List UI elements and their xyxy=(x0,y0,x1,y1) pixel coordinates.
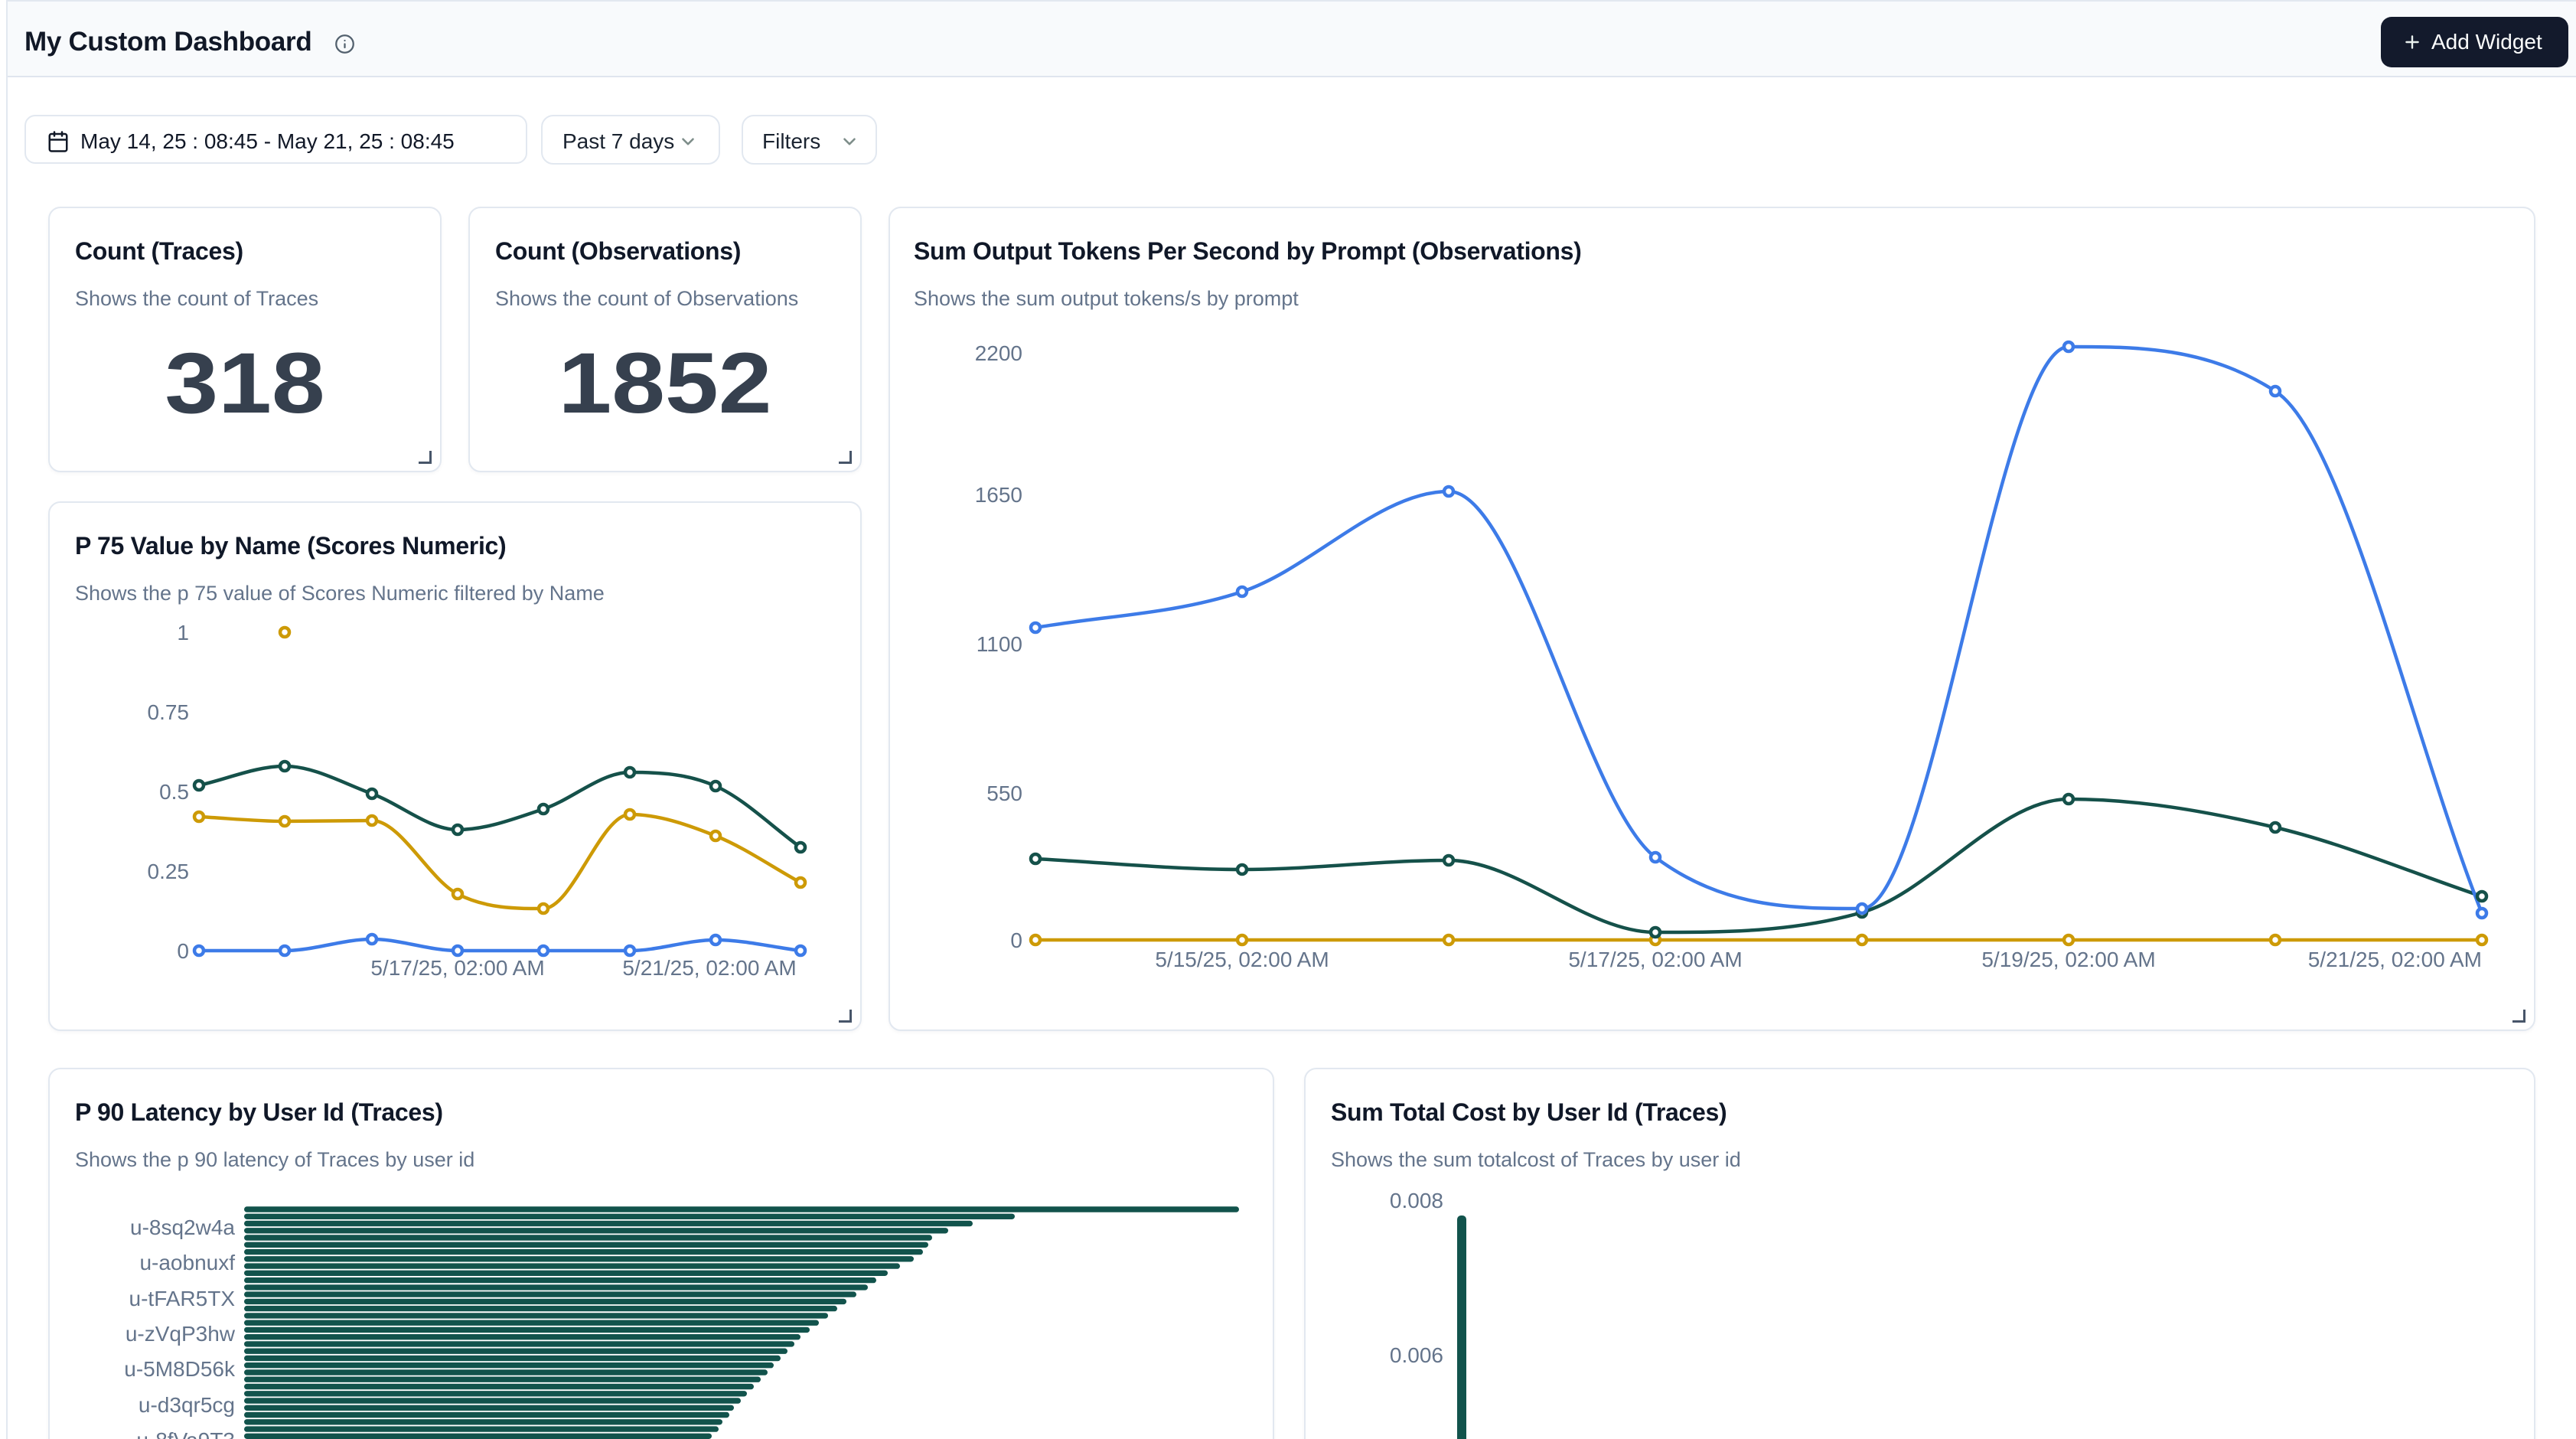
svg-text:u-8fVa9T3: u-8fVa9T3 xyxy=(136,1428,235,1439)
svg-text:u-aobnuxf: u-aobnuxf xyxy=(139,1251,235,1274)
svg-text:1: 1 xyxy=(177,621,189,644)
svg-text:5/15/25, 02:00 AM: 5/15/25, 02:00 AM xyxy=(1155,948,1329,971)
svg-text:5/21/25, 02:00 AM: 5/21/25, 02:00 AM xyxy=(2308,948,2482,971)
svg-text:550: 550 xyxy=(986,781,1022,805)
svg-text:5/19/25, 02:00 AM: 5/19/25, 02:00 AM xyxy=(1981,948,2155,971)
svg-text:u-5M8D56k: u-5M8D56k xyxy=(124,1357,236,1381)
svg-text:5/21/25, 02:00 AM: 5/21/25, 02:00 AM xyxy=(622,956,796,980)
svg-text:0: 0 xyxy=(1010,928,1022,952)
svg-text:5/17/25, 02:00 AM: 5/17/25, 02:00 AM xyxy=(370,956,544,980)
svg-text:0.006: 0.006 xyxy=(1390,1343,1443,1367)
svg-text:u-d3qr5cg: u-d3qr5cg xyxy=(139,1393,235,1417)
svg-text:0.008: 0.008 xyxy=(1390,1189,1443,1212)
svg-text:u-tFAR5TX: u-tFAR5TX xyxy=(129,1287,236,1310)
svg-text:1100: 1100 xyxy=(977,632,1022,656)
svg-text:0: 0 xyxy=(177,939,189,963)
svg-text:0.75: 0.75 xyxy=(148,700,190,724)
svg-text:0.5: 0.5 xyxy=(159,780,189,804)
svg-text:u-zVqP3hw: u-zVqP3hw xyxy=(126,1322,236,1346)
svg-text:5/17/25, 02:00 AM: 5/17/25, 02:00 AM xyxy=(1568,948,1742,971)
svg-text:0.25: 0.25 xyxy=(148,860,190,883)
svg-text:1650: 1650 xyxy=(975,483,1022,507)
svg-text:2200: 2200 xyxy=(975,341,1022,365)
svg-text:u-8sq2w4a: u-8sq2w4a xyxy=(130,1215,235,1239)
